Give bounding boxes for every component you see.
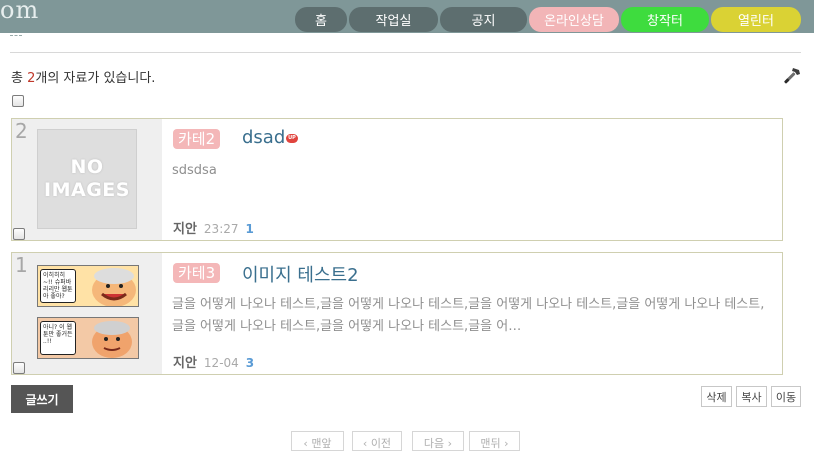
page-first-button[interactable]: ‹ 맨앞 (291, 431, 344, 451)
post-body: 카테2 dsad UP sdsdsa 지안 23:27 1 (172, 119, 782, 240)
post-card: 2 NO IMAGES 카테2 dsad UP sdsdsa 지안 23:27 … (11, 118, 783, 241)
post-title[interactable]: dsad (242, 127, 285, 148)
post-number: 1 (15, 253, 28, 277)
no-image-placeholder[interactable]: NO IMAGES (37, 129, 137, 229)
comic-bubble: 아니? 이 웹툰만 좋거든 ..!! (40, 321, 76, 355)
nav-home[interactable]: 홈 (295, 7, 347, 32)
nav-notice[interactable]: 공지 (440, 7, 527, 32)
page-prev-button[interactable]: ‹ 이전 (352, 431, 402, 451)
post-number: 2 (15, 119, 28, 143)
nav-gallery[interactable]: 열린터 (711, 7, 801, 32)
site-logo[interactable]: om (0, 0, 39, 24)
post-excerpt[interactable]: 글을 어떻게 나오나 테스트,글을 어떻게 나오나 테스트,글을 어떻게 나오나… (172, 294, 776, 338)
hammer-icon[interactable] (782, 66, 802, 86)
page-next-button[interactable]: 다음 › (412, 431, 464, 451)
copy-button[interactable]: 복사 (736, 386, 767, 407)
post-author[interactable]: 지안 (173, 218, 197, 237)
write-button[interactable]: 글쓰기 (11, 385, 73, 413)
post-category[interactable]: 카테3 (173, 263, 221, 283)
post-date: 23:27 (203, 222, 239, 236)
page-last-button[interactable]: 맨뒤 › (469, 431, 520, 451)
post-checkbox[interactable] (13, 362, 25, 374)
comic-bubble: 이히히히~!! 슈퍼바리리만 웹툰아 좋아? (40, 269, 76, 303)
move-button[interactable]: 이동 (771, 386, 801, 407)
post-thumb-pane: 1 이히히히~!! 슈퍼바리리만 웹툰아 좋아? 아니? 이 웹툰만 좋거든 .… (12, 253, 162, 374)
comic-panel: 이히히히~!! 슈퍼바리리만 웹툰아 좋아? (37, 265, 139, 307)
nav-workroom[interactable]: 작업실 (349, 7, 438, 32)
nav-consult[interactable]: 온라인상담 (529, 7, 619, 32)
post-title[interactable]: 이미지 테스트2 (242, 261, 359, 287)
nav-create[interactable]: 창작터 (621, 7, 709, 32)
total-count-text: 총 2개의 자료가 있습니다. (11, 67, 155, 86)
no-image-line1: NO (70, 156, 104, 178)
post-thumbnail[interactable]: 이히히히~!! 슈퍼바리리만 웹툰아 좋아? 아니? 이 웹툰만 좋거든 ..!… (37, 265, 139, 360)
new-badge: UP (286, 134, 298, 143)
no-image-line2: IMAGES (44, 179, 130, 201)
comic-panel: 아니? 이 웹툰만 좋거든 ..!! (37, 317, 139, 359)
select-all-checkbox[interactable] (12, 95, 24, 107)
top-header: om 홈 작업실 공지 온라인상담 창작터 열린터 (0, 0, 814, 33)
post-body: 카테3 이미지 테스트2 글을 어떻게 나오나 테스트,글을 어떻게 나오나 테… (172, 253, 782, 374)
post-meta: 지안 12-04 3 (173, 352, 254, 371)
decorative-mark (10, 35, 22, 36)
comment-count: 3 (245, 356, 255, 370)
post-card: 1 이히히히~!! 슈퍼바리리만 웹툰아 좋아? 아니? 이 웹툰만 좋거든 .… (11, 252, 783, 375)
post-meta: 지안 23:27 1 (173, 218, 254, 237)
post-date: 12-04 (203, 356, 239, 370)
total-suffix: 개의 자료가 있습니다. (35, 71, 156, 86)
total-prefix: 총 (11, 71, 28, 86)
delete-button[interactable]: 삭제 (701, 386, 732, 407)
post-excerpt[interactable]: sdsdsa (172, 160, 776, 182)
post-category[interactable]: 카테2 (173, 129, 221, 149)
post-checkbox[interactable] (13, 228, 25, 240)
post-author[interactable]: 지안 (173, 352, 197, 371)
divider (10, 52, 801, 53)
post-thumb-pane: 2 NO IMAGES (12, 119, 162, 240)
comment-count: 1 (245, 222, 254, 236)
